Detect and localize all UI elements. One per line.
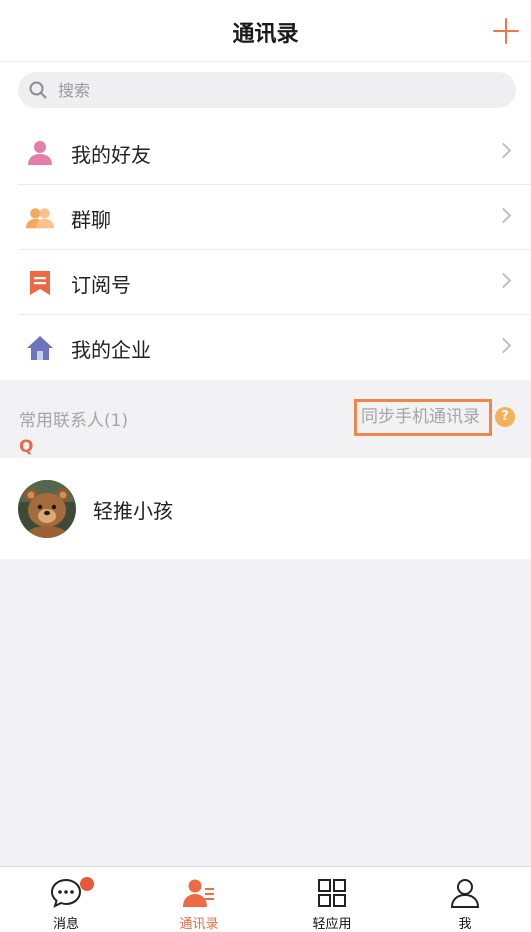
menu-item-label: 群聊 [71,208,111,232]
person-icon [28,141,52,165]
chat-bubble-icon [50,878,82,908]
top-bar: 通讯录 [0,0,531,62]
unread-badge [80,877,94,891]
chevron-right-icon [495,337,512,354]
avatar [18,480,76,538]
profile-icon [450,879,480,908]
contact-name: 轻推小孩 [93,499,173,523]
menu-item-my-friends[interactable]: 我的好友 [0,120,531,185]
tab-contacts[interactable]: 通讯录 [133,867,265,932]
sync-phone-contacts-button[interactable]: 同步手机通讯录 [354,399,492,436]
contact-list: 轻推小孩 [0,458,531,559]
contacts-icon [183,879,214,907]
chevron-right-icon [495,207,512,224]
menu-item-group-chat[interactable]: 群聊 [0,185,531,250]
tab-label: 轻应用 [312,917,352,932]
tab-messages[interactable]: 消息 [0,867,132,932]
section-title: 常用联系人(1) [19,411,129,431]
menu-item-subscriptions[interactable]: 订阅号 [0,250,531,315]
contacts-menu: 我的好友 群聊 订阅号 我的企业 [0,120,531,380]
tab-light-apps[interactable]: 轻应用 [266,867,398,932]
tab-label: 我 [458,917,472,932]
search-box[interactable] [18,72,516,108]
bottom-tab-bar: 消息 通讯录 轻应用 我 [0,866,531,932]
list-item[interactable]: 轻推小孩 [0,458,531,559]
tab-label: 消息 [52,917,79,932]
tab-me[interactable]: 我 [399,867,531,932]
plus-icon[interactable] [493,18,519,44]
page-title: 通讯录 [232,22,299,47]
chevron-right-icon [495,142,512,159]
search-input[interactable] [58,72,498,108]
menu-item-label: 我的企业 [71,338,151,362]
menu-item-label: 订阅号 [71,273,131,297]
tab-label: 通讯录 [179,917,219,932]
search-icon [29,81,47,99]
apps-grid-icon [318,879,346,907]
group-icon [26,208,54,229]
search-bar [0,62,531,120]
bookmark-icon [30,271,50,295]
house-icon [27,336,53,360]
chevron-right-icon [495,272,512,289]
menu-item-label: 我的好友 [71,143,151,167]
help-icon[interactable]: ? [495,407,515,427]
menu-item-my-enterprise[interactable]: 我的企业 [0,315,531,380]
index-letter: Q [19,437,34,457]
frequent-contacts-header: 常用联系人(1) 同步手机通讯录 ? Q [0,380,531,458]
